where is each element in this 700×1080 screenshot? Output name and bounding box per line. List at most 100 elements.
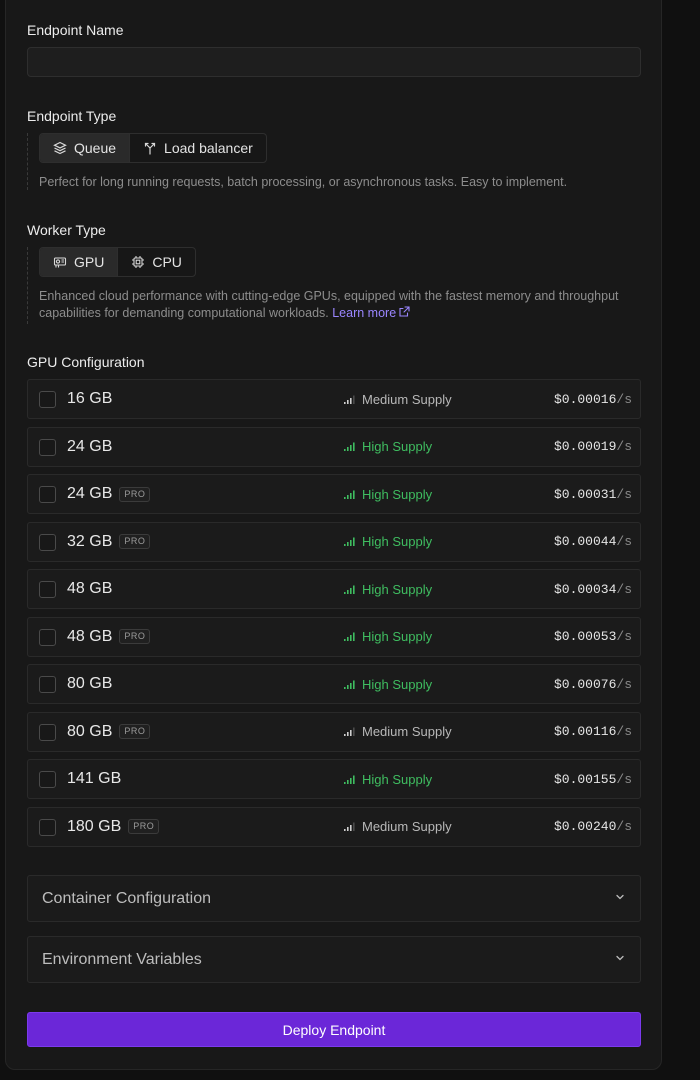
gpu-size: 24 GB PRO (67, 475, 151, 513)
gpu-option-row[interactable]: 24 GB PRO High Supply $0.00031/s (27, 474, 641, 514)
pro-badge: PRO (128, 819, 160, 834)
supply-label: High Supply (362, 439, 433, 454)
supply-indicator: High Supply (344, 475, 432, 513)
gpu-option-row[interactable]: 141 GB High Supply $0.00155/s (27, 759, 641, 799)
gpu-option-row[interactable]: 16 GB Medium Supply $0.00016/s (27, 379, 641, 419)
cpu-icon (131, 255, 145, 269)
chevron-down-icon (614, 890, 626, 908)
gpu-option-row[interactable]: 48 GB High Supply $0.00034/s (27, 569, 641, 609)
chevron-down-icon (614, 951, 626, 969)
gpu-price: $0.00016/s (554, 380, 632, 418)
learn-more-link[interactable]: Learn more (332, 305, 410, 322)
supply-indicator: High Supply (344, 523, 432, 561)
layers-icon (53, 141, 67, 155)
worker-type-description-text: Enhanced cloud performance with cutting-… (39, 289, 619, 320)
gpu-price-value: $0.00155 (553, 771, 617, 787)
gpu-price-unit: /s (616, 771, 632, 787)
gpu-price: $0.00240/s (554, 808, 632, 846)
gpu-option-checkbox[interactable] (39, 818, 56, 836)
supply-label: High Supply (362, 629, 433, 644)
gpu-price-unit: /s (616, 581, 632, 597)
gpu-price-unit: /s (616, 676, 632, 692)
deploy-endpoint-button[interactable]: Deploy Endpoint (27, 1012, 641, 1047)
gpu-price-unit: /s (616, 534, 632, 549)
gpu-size: 48 GB (67, 570, 112, 608)
gpu-option-checkbox[interactable] (39, 676, 56, 693)
split-arrow-icon (143, 141, 157, 155)
gpu-price-value: $0.00240 (553, 819, 617, 834)
signal-bars-icon (344, 392, 355, 407)
external-link-icon (399, 305, 410, 322)
supply-indicator: Medium Supply (344, 808, 452, 846)
pro-badge: PRO (119, 629, 151, 644)
worker-type-gpu[interactable]: GPU (40, 248, 118, 276)
gpu-price-value: $0.00034 (553, 581, 617, 597)
supply-label: High Supply (362, 486, 433, 502)
endpoint-type-queue[interactable]: Queue (40, 134, 130, 162)
worker-type-cpu[interactable]: CPU (117, 248, 195, 276)
gpu-option-checkbox[interactable] (39, 581, 56, 598)
gpu-size: 32 GB PRO (67, 523, 151, 561)
supply-indicator: High Supply (344, 760, 432, 798)
signal-bars-icon (344, 724, 355, 739)
endpoint-type-group: Queue Load balancer Perfect for long run… (27, 133, 641, 190)
supply-indicator: Medium Supply (344, 713, 452, 751)
supply-indicator: High Supply (344, 570, 432, 608)
container-configuration-label: Container Configuration (42, 889, 211, 907)
gpu-option-checkbox[interactable] (39, 771, 56, 788)
environment-variables-label: Environment Variables (42, 950, 202, 968)
endpoint-type-description: Perfect for long running requests, batch… (39, 175, 568, 189)
worker-type-cpu-label: CPU (152, 254, 182, 270)
supply-label: High Supply (362, 771, 433, 787)
gpu-option-row[interactable]: 48 GB PRO High Supply $0.00053/s (27, 616, 641, 657)
signal-bars-icon (344, 439, 355, 454)
supply-label: High Supply (362, 676, 433, 692)
supply-label: Medium Supply (362, 819, 452, 834)
endpoint-type-toggle: Queue Load balancer (39, 133, 267, 163)
signal-bars-icon (344, 487, 355, 502)
gpu-option-checkbox[interactable] (39, 628, 56, 646)
gpu-option-checkbox[interactable] (39, 723, 56, 741)
signal-bars-icon (344, 677, 355, 692)
pro-badge: PRO (119, 534, 151, 549)
signal-bars-icon (344, 582, 355, 597)
signal-bars-icon (344, 819, 355, 834)
gpu-price: $0.00034/s (554, 570, 632, 608)
gpu-size: 141 GB (67, 760, 121, 798)
gpu-option-row[interactable]: 80 GB PRO Medium Supply $0.00116/s (27, 711, 641, 752)
gpu-price-value: $0.00116 (553, 724, 617, 739)
gpu-size: 16 GB (67, 380, 112, 418)
gpu-option-checkbox[interactable] (39, 486, 56, 503)
gpu-price-value: $0.00044 (553, 534, 617, 549)
gpu-size: 80 GB (67, 665, 112, 703)
supply-label: Medium Supply (362, 724, 452, 739)
gpu-price-unit: /s (616, 819, 632, 834)
gpu-option-row[interactable]: 32 GB PRO High Supply $0.00044/s (27, 521, 641, 562)
gpu-price: $0.00076/s (554, 665, 632, 703)
endpoint-name-input[interactable] (27, 47, 641, 77)
gpu-size: 24 GB (67, 428, 112, 466)
container-configuration-accordion[interactable]: Container Configuration (27, 875, 641, 922)
gpu-option-row[interactable]: 180 GB PRO Medium Supply $0.00240/s (27, 806, 641, 847)
gpu-option-checkbox[interactable] (39, 533, 56, 551)
endpoint-type-load-balancer[interactable]: Load balancer (129, 134, 266, 162)
gpu-option-checkbox[interactable] (39, 438, 56, 456)
gpu-price-value: $0.00053 (553, 629, 617, 644)
environment-variables-accordion[interactable]: Environment Variables (27, 936, 641, 983)
gpu-price-unit: /s (616, 391, 632, 407)
gpu-option-checkbox[interactable] (39, 391, 56, 408)
endpoint-type-queue-label: Queue (74, 140, 117, 156)
gpu-price-value: $0.00019 (553, 439, 617, 454)
endpoint-type-load-balancer-label: Load balancer (164, 140, 253, 156)
gpu-option-row[interactable]: 24 GB High Supply $0.00019/s (27, 426, 641, 467)
worker-type-group: GPU CPU Enhanced cloud performance with … (27, 247, 641, 324)
supply-indicator: High Supply (344, 428, 432, 466)
gpu-price: $0.00044/s (554, 523, 632, 561)
worker-type-toggle: GPU CPU (39, 247, 196, 277)
gpu-option-row[interactable]: 80 GB High Supply $0.00076/s (27, 664, 641, 704)
supply-label: High Supply (362, 581, 433, 597)
pro-badge: PRO (119, 486, 151, 502)
gpu-price: $0.00053/s (554, 618, 632, 656)
gpu-price-value: $0.00031 (553, 486, 617, 502)
gpu-price-unit: /s (616, 486, 632, 502)
